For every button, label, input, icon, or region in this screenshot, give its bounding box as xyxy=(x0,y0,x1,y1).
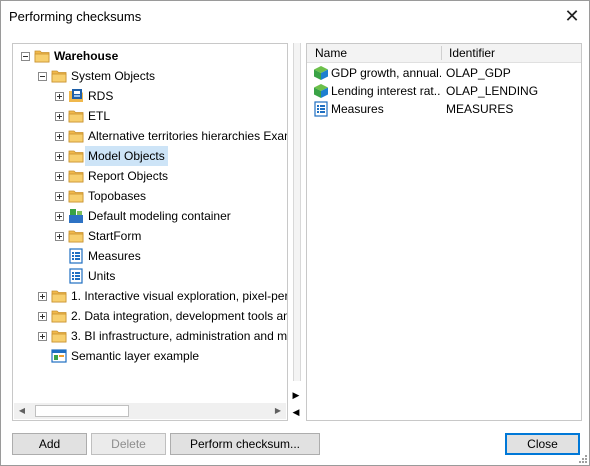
checksum-dialog: Performing checksums ✕ Semantic layer ex… xyxy=(0,0,590,466)
tree-item[interactable]: Units xyxy=(13,266,287,286)
tree-item-label: System Objects xyxy=(71,69,156,83)
add-button[interactable]: Add xyxy=(12,433,87,455)
perform-checksum-button[interactable]: Perform checksum... xyxy=(170,433,320,455)
collapse-icon[interactable] xyxy=(21,52,30,61)
collapse-icon[interactable] xyxy=(38,72,47,81)
close-button[interactable]: Close xyxy=(505,433,580,455)
close-icon[interactable]: ✕ xyxy=(561,5,583,27)
tree-item[interactable]: StartForm xyxy=(13,226,287,246)
tree-item[interactable]: ETL xyxy=(13,106,287,126)
semantic-layer-icon xyxy=(51,348,67,364)
list-header: Name Identifier xyxy=(307,44,581,63)
rds-icon xyxy=(68,88,84,104)
column-header-identifier[interactable]: Identifier xyxy=(449,46,495,60)
dialog-title: Performing checksums xyxy=(9,9,142,24)
measures-icon xyxy=(313,101,329,117)
tree-item[interactable]: Default modeling container xyxy=(13,206,287,226)
tree-item-label: 2. Data integration, development tools a… xyxy=(71,309,288,323)
scroll-thumb[interactable] xyxy=(35,405,129,417)
tree-item[interactable]: Semantic layer example xyxy=(13,346,287,366)
list-row[interactable]: Measures MEASURES xyxy=(307,100,581,118)
tree-item[interactable]: Report Objects xyxy=(13,166,287,186)
tree-item-label: 3. BI infrastructure, administration and… xyxy=(71,329,288,343)
column-divider[interactable] xyxy=(441,46,442,60)
tree-item-label: Measures xyxy=(88,249,141,263)
column-header-name[interactable]: Name xyxy=(315,46,347,60)
tree-item[interactable]: 2. Data integration, development tools a… xyxy=(13,306,287,326)
tree-item-label: Default modeling container xyxy=(88,209,231,223)
folder-icon xyxy=(68,148,84,164)
tree-item-label: Units xyxy=(88,269,116,283)
scroll-left-arrow-icon[interactable]: ◀ xyxy=(14,403,30,419)
expand-icon[interactable] xyxy=(38,312,47,321)
expand-icon[interactable] xyxy=(55,212,64,221)
resize-grip-icon[interactable] xyxy=(577,453,587,463)
folder-icon xyxy=(51,308,67,324)
expand-icon[interactable] xyxy=(55,172,64,181)
title-bar: Performing checksums ✕ xyxy=(1,1,589,33)
move-right-icon[interactable]: ▶ xyxy=(289,387,303,403)
expand-icon[interactable] xyxy=(55,232,64,241)
cube-icon xyxy=(313,83,329,99)
scroll-right-arrow-icon[interactable]: ▶ xyxy=(270,403,286,419)
list-cell-identifier: OLAP_LENDING xyxy=(446,84,539,98)
list-row[interactable]: Lending interest rat... OLAP_LENDING xyxy=(307,82,581,100)
expand-icon[interactable] xyxy=(55,112,64,121)
expand-icon[interactable] xyxy=(55,92,64,101)
tree-item-label: StartForm xyxy=(88,229,142,243)
list-cell-name: GDP growth, annual... xyxy=(331,66,441,80)
list-cell-name: Measures xyxy=(331,102,384,116)
tree-item-label: Model Objects xyxy=(85,146,168,166)
modeling-container-icon xyxy=(68,208,84,224)
measures-icon xyxy=(68,248,84,264)
pane-splitter[interactable]: ▶ ◀ xyxy=(288,43,304,419)
folder-icon xyxy=(68,228,84,244)
tree-item-label: ETL xyxy=(88,109,111,123)
tree-item-label: Topobases xyxy=(88,189,147,203)
list-cell-name: Lending interest rat... xyxy=(331,84,441,98)
measures-icon xyxy=(68,268,84,284)
cube-icon xyxy=(313,65,329,81)
folder-icon xyxy=(51,288,67,304)
folder-icon xyxy=(68,168,84,184)
folder-icon xyxy=(68,188,84,204)
tree-item[interactable]: Alternative territories hierarchies Exam… xyxy=(13,126,287,146)
move-left-icon[interactable]: ◀ xyxy=(289,404,303,420)
tree-item-label: Report Objects xyxy=(88,169,169,183)
splitter-bar[interactable] xyxy=(293,43,301,381)
folder-icon xyxy=(51,68,67,84)
tree-item-label: 1. Interactive visual exploration, pixel… xyxy=(71,289,288,303)
list-row[interactable]: GDP growth, annual... OLAP_GDP xyxy=(307,64,581,82)
tree-item-label: Semantic layer example xyxy=(71,349,200,363)
tree-item-label: Alternative territories hierarchies Exam… xyxy=(88,129,288,143)
expand-icon[interactable] xyxy=(38,332,47,341)
tree-item[interactable]: Topobases xyxy=(13,186,287,206)
tree-item-label: RDS xyxy=(88,89,114,103)
list-cell-identifier: MEASURES xyxy=(446,102,514,116)
tree-item[interactable]: Warehouse xyxy=(13,46,287,66)
folder-icon xyxy=(68,108,84,124)
delete-button[interactable]: Delete xyxy=(91,433,166,455)
tree-item[interactable]: RDS xyxy=(13,86,287,106)
folder-icon xyxy=(34,48,50,64)
tree-item[interactable]: 3. BI infrastructure, administration and… xyxy=(13,326,287,346)
expand-icon[interactable] xyxy=(55,192,64,201)
selected-objects-list[interactable]: Name Identifier GDP growth, annual... OLA… xyxy=(306,43,582,421)
expand-icon[interactable] xyxy=(55,132,64,141)
tree-horizontal-scrollbar[interactable]: ◀ ▶ xyxy=(14,403,286,419)
folder-icon xyxy=(51,328,67,344)
expand-icon[interactable] xyxy=(38,292,47,301)
folder-icon xyxy=(68,128,84,144)
tree-item[interactable]: Measures xyxy=(13,246,287,266)
repository-tree[interactable]: Semantic layer example 3. BI infrastructu… xyxy=(12,43,288,421)
expand-icon[interactable] xyxy=(55,152,64,161)
tree-item[interactable]: System Objects xyxy=(13,66,287,86)
tree-item[interactable]: Model Objects xyxy=(13,146,287,166)
tree-item-label: Warehouse xyxy=(54,49,119,63)
tree-item[interactable]: 1. Interactive visual exploration, pixel… xyxy=(13,286,287,306)
list-cell-identifier: OLAP_GDP xyxy=(446,66,511,80)
